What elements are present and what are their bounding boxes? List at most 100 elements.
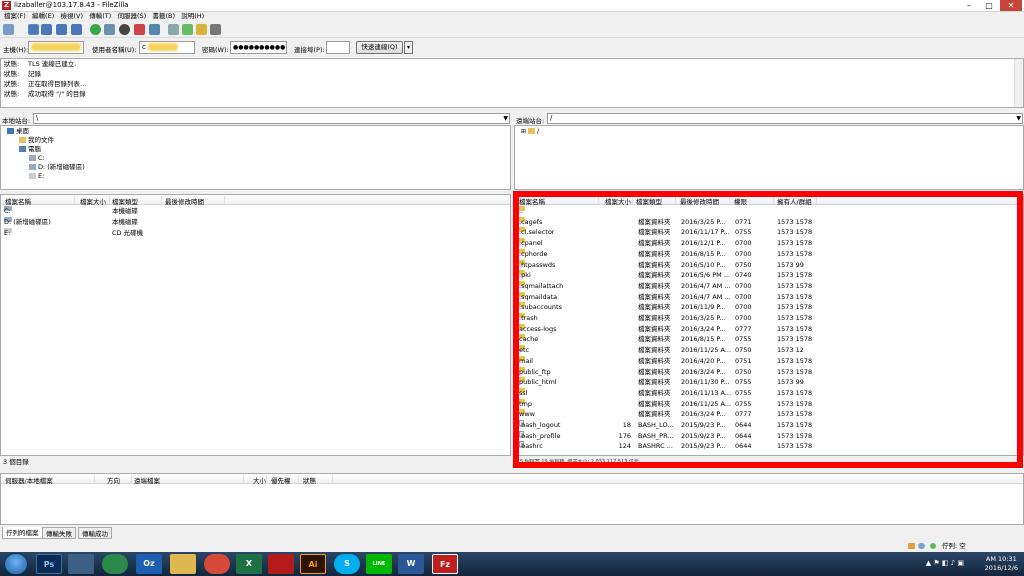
col-modified[interactable]: 最後修改時間 <box>165 196 225 206</box>
menu-view[interactable]: 檢視(V) <box>60 12 83 21</box>
excel-icon[interactable]: X <box>236 554 262 574</box>
tree-node-c[interactable]: C: <box>29 154 45 162</box>
col-filename[interactable]: 檔案名稱 <box>519 196 599 206</box>
host-input[interactable] <box>28 41 84 54</box>
list-item[interactable]: D: (新增磁碟區) 本機磁碟 <box>1 217 510 228</box>
list-item[interactable]: .cl.selector 檔案資料夾 2016/11/17 P... 0755 1573… <box>515 227 1023 238</box>
outlook-icon[interactable]: Oz <box>136 554 162 574</box>
list-item[interactable]: public_html 檔案資料夾 2016/11/30 P... 0755 1573 … <box>515 377 1023 388</box>
tree-node-documents[interactable]: 我的文件 <box>19 136 54 144</box>
app-icon[interactable] <box>102 554 128 574</box>
list-item[interactable]: .subaccounts 檔案資料夾 2016/11/9 P... 0700 1573 … <box>515 302 1023 313</box>
list-item[interactable]: .sqmailattach 檔案資料夾 2016/4/7 AM ... 0700 157… <box>515 280 1023 292</box>
col-permissions[interactable]: 權限 <box>734 196 774 206</box>
filter-icon[interactable] <box>196 24 207 35</box>
list-item[interactable]: .cagefs 檔案資料夾 2016/3/25 P... 0771 1573 1578 <box>515 216 1023 228</box>
col-filetype[interactable]: 檔案類型 <box>636 196 676 206</box>
photoshop-icon[interactable]: Ps <box>36 554 62 574</box>
tree-node-root[interactable]: ⊞ / <box>521 127 539 136</box>
system-tray[interactable]: ▲ ⚑ ◧ ♪ ▣ <box>926 559 964 567</box>
list-item[interactable]: E: CD 光碟機 <box>1 228 510 239</box>
sync-browse-icon[interactable] <box>182 24 193 35</box>
col-filesize[interactable]: 檔案大小 <box>605 196 633 206</box>
skype-icon[interactable]: S <box>334 554 360 574</box>
folder-icon[interactable] <box>170 554 196 574</box>
list-item[interactable]: etc 檔案資料夾 2016/11/25 A... 0750 1573 12 <box>515 345 1023 356</box>
directory-compare-icon[interactable] <box>168 24 179 35</box>
menu-edit[interactable]: 編輯(E) <box>32 12 54 21</box>
list-item[interactable]: .bash_logout 18 BASH_LO... 2015/9/23 P... 06… <box>515 420 1023 431</box>
tab-successful[interactable]: 傳輸成功 <box>78 527 112 539</box>
col-size[interactable]: 大小 <box>253 475 267 485</box>
chrome-icon[interactable] <box>204 554 230 574</box>
tree-node-computer[interactable]: 電腦 <box>19 145 41 153</box>
site-manager-icon[interactable] <box>3 24 14 35</box>
col-filetype[interactable]: 檔案類型 <box>112 196 162 206</box>
col-priority[interactable]: 優先權 <box>271 475 299 485</box>
log-scrollbar[interactable] <box>1014 59 1023 107</box>
cancel-icon[interactable] <box>119 24 130 35</box>
toggle-queue-icon[interactable] <box>71 24 82 35</box>
chevron-down-icon[interactable]: ▼ <box>1016 114 1021 123</box>
quickconnect-button[interactable]: 快速連線(Q) <box>356 41 403 54</box>
filezilla-icon[interactable]: Fz <box>432 554 458 574</box>
toggle-log-icon[interactable] <box>28 24 39 35</box>
maximize-button[interactable]: □ <box>980 0 998 11</box>
word-icon[interactable]: W <box>398 554 424 574</box>
list-item[interactable]: tmp 檔案資料夾 2016/11/25 A... 0755 1573 1578 <box>515 398 1023 410</box>
reconnect-icon[interactable] <box>149 24 160 35</box>
list-item[interactable]: .. <box>515 206 1023 217</box>
password-input[interactable]: ●●●●●●●●●● <box>230 41 287 54</box>
minimize-button[interactable]: – <box>960 0 978 11</box>
list-item[interactable]: access-logs 檔案資料夾 2016/3/24 P... 0777 1573 1… <box>515 323 1023 335</box>
list-item[interactable]: cache 檔案資料夾 2016/8/15 P... 0755 1573 1578 <box>515 334 1023 345</box>
clock[interactable]: AM 10:31 2016/12/6 <box>985 555 1018 573</box>
expand-icon[interactable]: ⊞ <box>521 128 526 135</box>
list-item[interactable]: ssl 檔案資料夾 2016/11/13 A... 0755 1573 1578 <box>515 387 1023 399</box>
col-filename[interactable]: 檔案名稱 <box>5 196 75 206</box>
list-item[interactable]: .cpanel 檔案資料夾 2016/12/1 P... 0700 1573 1578 <box>515 238 1023 249</box>
chevron-down-icon[interactable]: ▼ <box>503 114 508 123</box>
menu-bookmarks[interactable]: 書籤(B) <box>152 12 175 21</box>
toggle-remote-tree-icon[interactable] <box>56 24 67 35</box>
col-direction[interactable]: 方向 <box>107 475 132 485</box>
col-filesize[interactable]: 檔案大小 <box>80 196 110 206</box>
col-owner[interactable]: 擁有人/群組 <box>777 196 817 206</box>
explorer-icon[interactable] <box>68 554 94 574</box>
list-item[interactable]: .cphorde 檔案資料夾 2016/8/15 P... 0700 1573 1578 <box>515 248 1023 260</box>
local-path-input[interactable]: \ ▼ <box>33 113 510 124</box>
col-modified[interactable]: 最後修改時間 <box>680 196 730 206</box>
quickconnect-dropdown[interactable]: ▾ <box>404 41 413 54</box>
user-input[interactable]: c <box>139 41 195 54</box>
speed-limit-icon[interactable] <box>918 543 925 549</box>
tree-node-e[interactable]: E: <box>29 172 44 180</box>
col-remote-file[interactable]: 遠端檔案 <box>134 475 244 485</box>
start-button[interactable] <box>4 553 28 575</box>
disconnect-icon[interactable] <box>134 24 145 35</box>
col-status[interactable]: 狀態 <box>303 475 333 485</box>
list-item[interactable]: .bashrc 124 BASHRC ... 2015/9/23 P... 0644 15… <box>515 441 1023 452</box>
close-button[interactable]: ✕ <box>1000 0 1022 11</box>
menu-server[interactable]: 伺服器(S) <box>118 12 147 21</box>
line-icon[interactable]: LINE <box>366 554 392 574</box>
menu-file[interactable]: 檔案(F) <box>4 12 26 21</box>
list-item[interactable]: mail 檔案資料夾 2016/4/20 P... 0751 1573 1578 <box>515 355 1023 367</box>
illustrator-icon[interactable]: Ai <box>300 554 326 574</box>
list-item[interactable]: .sqmaildata 檔案資料夾 2016/4/7 AM ... 0700 1573 … <box>515 291 1023 303</box>
list-item[interactable]: .bash_profile 176 BASH_PR... 2015/9/23 P...… <box>515 430 1023 442</box>
port-input[interactable] <box>326 41 350 54</box>
refresh-icon[interactable] <box>90 24 101 35</box>
list-item[interactable]: .pki 檔案資料夾 2016/5/6 PM ... 0740 1573 1578 <box>515 270 1023 281</box>
col-server-local[interactable]: 伺服器/本地檔案 <box>5 475 95 485</box>
toggle-local-tree-icon[interactable] <box>41 24 52 35</box>
search-icon[interactable] <box>210 24 221 35</box>
list-item[interactable]: .htpasswds 檔案資料夾 2016/5/10 P... 0750 1573 99 <box>515 259 1023 271</box>
tree-node-d[interactable]: D: (新增磁碟區) <box>29 163 85 171</box>
process-queue-icon[interactable] <box>104 24 115 35</box>
tab-failed[interactable]: 傳輸失敗 <box>42 527 76 539</box>
menu-help[interactable]: 說明(H) <box>181 12 204 21</box>
list-item[interactable]: C: 本機磁碟 <box>1 206 510 217</box>
acrobat-icon[interactable] <box>268 554 294 574</box>
list-item[interactable]: .trash 檔案資料夾 2016/3/25 P... 0700 1573 1578 <box>515 313 1023 324</box>
remote-path-input[interactable]: / ▼ <box>547 113 1023 124</box>
